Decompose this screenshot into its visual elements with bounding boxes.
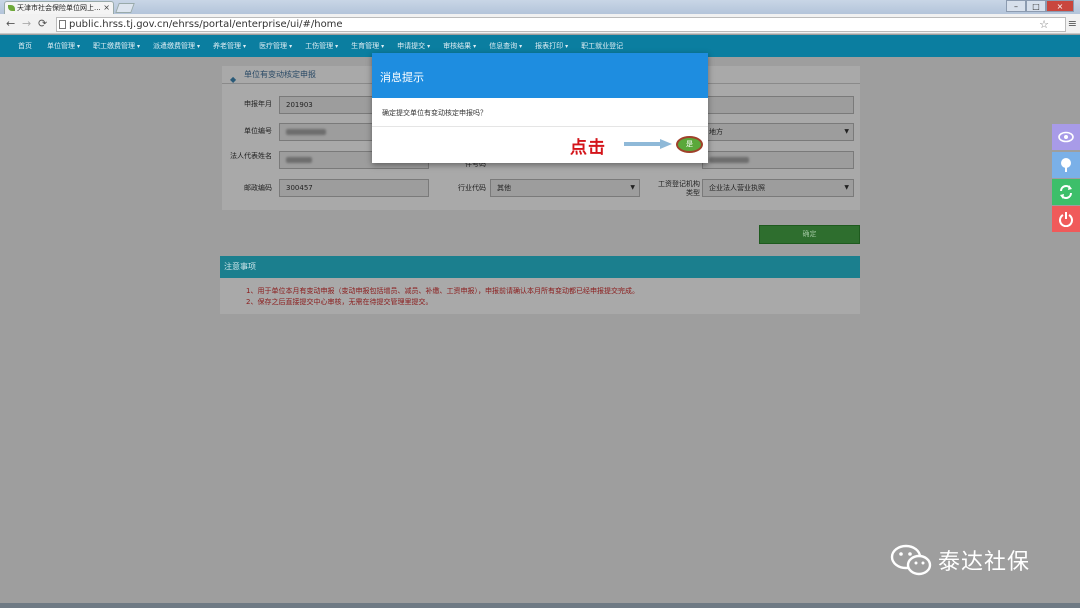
- new-tab-button[interactable]: [115, 3, 135, 13]
- chevron-down-icon: ▼: [844, 184, 849, 191]
- browser-titlebar: 天津市社会保险单位网上... × – □ ×: [0, 0, 1080, 14]
- nav-item-home[interactable]: 首页: [18, 41, 34, 51]
- industry-label: 行业代码: [458, 184, 486, 192]
- forward-arrow-icon[interactable]: →: [22, 17, 31, 31]
- nav-item-injury[interactable]: 工伤管理 ▾: [305, 41, 338, 51]
- business-type-select[interactable]: 企业法人营业执照 ▼: [702, 179, 854, 197]
- dialog-title: 消息提示: [372, 53, 708, 98]
- browser-tab[interactable]: 天津市社会保险单位网上... ×: [4, 1, 114, 14]
- watermark-text: 泰达社保: [938, 550, 1031, 575]
- address-bar[interactable]: public.hrss.tj.gov.cn/ehrss/portal/enter…: [56, 17, 1066, 32]
- watermark: 泰达社保: [890, 540, 1030, 580]
- yes-button[interactable]: 是: [676, 136, 703, 153]
- bookmark-star-icon[interactable]: ☆: [1039, 18, 1049, 31]
- chevron-down-icon: ▼: [844, 128, 849, 135]
- wechat-logo-icon: [890, 542, 932, 578]
- window-controls: – □ ×: [1006, 0, 1074, 12]
- nav-item-maternity[interactable]: 生育管理 ▾: [351, 41, 384, 51]
- industry-select[interactable]: 其他 ▼: [490, 179, 640, 197]
- legal-rep-label: 法人代表姓名: [230, 152, 272, 160]
- power-icon: [1059, 212, 1073, 227]
- nav-item-unit[interactable]: 单位管理 ▾: [47, 41, 80, 51]
- click-annotation: 点击: [570, 138, 606, 158]
- tab-close-icon[interactable]: ×: [103, 2, 110, 14]
- postal-label: 邮政编码: [244, 184, 272, 192]
- side-tool-power[interactable]: [1052, 206, 1080, 232]
- confirm-button[interactable]: 确定: [759, 225, 860, 244]
- back-arrow-icon[interactable]: ←: [6, 17, 15, 31]
- business-type-label: 工资登记机构类型: [658, 180, 700, 197]
- dialog-divider: [372, 126, 708, 127]
- nav-item-employment[interactable]: 职工就业登记: [581, 41, 625, 51]
- nav-item-reports[interactable]: 报表打印 ▾: [535, 41, 568, 51]
- eye-icon: [1058, 131, 1074, 143]
- region-select[interactable]: 地方 ▼: [702, 123, 854, 141]
- redacted-value: [286, 157, 312, 163]
- os-taskbar: [0, 603, 1080, 608]
- dialog-message: 确定提交单位有变动核定申报吗？: [382, 109, 487, 117]
- redacted-value: [286, 129, 326, 135]
- url-text: public.hrss.tj.gov.cn/ehrss/portal/enter…: [69, 19, 343, 30]
- nav-item-employee-payment[interactable]: 职工缴费管理 ▾: [93, 41, 140, 51]
- redacted-value: [709, 157, 749, 163]
- notice-line-1: 1、用于单位本月有变动申报（变动申报包括增员、减员、补缴、工资申报），申报前请确…: [246, 287, 639, 295]
- unit-no-label: 单位编号: [244, 127, 272, 135]
- apply-month-label: 申报年月: [244, 100, 272, 108]
- diamond-icon: ◆: [230, 75, 237, 84]
- right-top-field[interactable]: [702, 96, 854, 114]
- side-tool-refresh[interactable]: [1052, 179, 1080, 205]
- site-favicon-icon: [8, 5, 15, 11]
- nav-item-medical[interactable]: 医疗管理 ▾: [259, 41, 292, 51]
- nav-item-review[interactable]: 审核结果 ▾: [443, 41, 476, 51]
- nav-item-dispatch-payment[interactable]: 派遣缴费管理 ▾: [153, 41, 200, 51]
- chevron-down-icon: ▼: [630, 184, 635, 191]
- minimize-button[interactable]: –: [1006, 0, 1026, 12]
- maximize-button[interactable]: □: [1026, 0, 1046, 12]
- side-tool-tree[interactable]: [1052, 152, 1080, 178]
- page-icon: [59, 20, 66, 29]
- notice-title: 注意事项: [220, 256, 860, 278]
- side-tool-eye[interactable]: [1052, 124, 1080, 150]
- tab-title: 天津市社会保险单位网上...: [17, 4, 101, 12]
- message-dialog: 消息提示 确定提交单位有变动核定申报吗？ 点击 是: [372, 53, 708, 163]
- nav-item-submit[interactable]: 申请提交 ▾: [397, 41, 430, 51]
- right-id-field[interactable]: [702, 151, 854, 169]
- browser-menu-icon[interactable]: ≡: [1068, 17, 1077, 30]
- tree-icon: [1061, 158, 1071, 172]
- reload-icon[interactable]: ⟳: [38, 17, 47, 31]
- close-window-button[interactable]: ×: [1046, 0, 1074, 12]
- nav-item-query[interactable]: 信息查询 ▾: [489, 41, 522, 51]
- refresh-icon: [1060, 185, 1072, 199]
- nav-item-pension[interactable]: 养老管理 ▾: [213, 41, 246, 51]
- notice-line-2: 2、保存之后直接提交中心审核，无需在待提交管理里提交。: [246, 298, 433, 306]
- browser-toolbar: ← → ⟳ public.hrss.tj.gov.cn/ehrss/portal…: [0, 14, 1080, 34]
- arrow-right-icon: [624, 139, 672, 149]
- postal-field[interactable]: 300457: [279, 179, 429, 197]
- notice-box: 注意事项 1、用于单位本月有变动申报（变动申报包括增员、减员、补缴、工资申报），…: [220, 256, 860, 314]
